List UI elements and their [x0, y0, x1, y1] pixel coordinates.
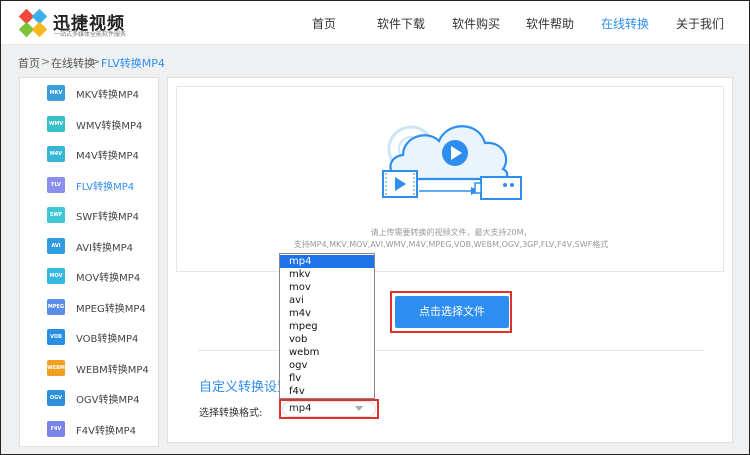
divider: [198, 350, 704, 351]
swf-file-icon: SWF: [47, 207, 65, 223]
select-file-button[interactable]: 点击选择文件: [395, 296, 509, 328]
breadcrumb-current: FLV转换MP4: [101, 57, 165, 70]
format-option-flv[interactable]: flv: [280, 372, 374, 385]
breadcrumb: 首页 > 在线转换 > FLV转换MP4: [1, 45, 749, 77]
sidebar-item-avi[interactable]: AVI AVI转换MP4: [20, 231, 158, 261]
sidebar-item-flv[interactable]: FLV FLV转换MP4: [20, 170, 158, 200]
m4v-file-icon: M4V: [47, 146, 65, 162]
nav-online-convert[interactable]: 在线转换: [601, 15, 649, 32]
chevron-down-icon: [355, 406, 363, 411]
upload-dropzone[interactable]: 请上传需要转换的视频文件，最大支持20M， 支持MP4,MKV,MOV,AVI,…: [176, 86, 724, 272]
mpeg-file-icon: MPEG: [47, 299, 65, 315]
format-label: 选择转换格式:: [199, 408, 263, 419]
upload-hint-formats: 支持MP4,MKV,MOV,AVI,WMV,M4V,MPEG,VOB,WEBM,…: [293, 240, 609, 249]
sidebar-item-webm[interactable]: WEBM WEBM转换MP4: [20, 353, 158, 383]
vob-file-icon: VOB: [47, 329, 65, 345]
breadcrumb-separator: >: [41, 55, 51, 68]
site-header: 迅捷视频 一站式多媒体全能软件服务 首页 软件下载 软件购买 软件帮助 在线转换…: [1, 1, 749, 45]
breadcrumb-online-convert[interactable]: 在线转换: [51, 55, 95, 71]
sidebar-item-m4v[interactable]: M4V M4V转换MP4: [20, 139, 158, 169]
sidebar-item-vob[interactable]: VOB VOB转换MP4: [20, 322, 158, 352]
flv-file-icon: FLV: [47, 177, 65, 193]
sidebar-item-label: MOV转换MP4: [76, 273, 141, 284]
custom-settings-title: 自定义转换设置: [199, 380, 291, 395]
logo-icon: [19, 9, 47, 37]
sidebar-item-label: M4V转换MP4: [76, 151, 139, 162]
sidebar-item-ogv[interactable]: OGV OGV转换MP4: [20, 383, 158, 413]
sidebar-item-label: VOB转换MP4: [76, 334, 139, 345]
ogv-file-icon: OGV: [47, 390, 65, 406]
logo-subtitle: 一站式多媒体全能软件服务: [54, 31, 127, 38]
format-select-value: mp4: [289, 403, 312, 414]
format-select[interactable]: mp4: [282, 401, 376, 417]
webm-file-icon: WEBM: [47, 360, 65, 376]
nav-download[interactable]: 软件下载: [377, 15, 425, 32]
breadcrumb-home[interactable]: 首页: [18, 55, 40, 71]
sidebar-item-label: WMV转换MP4: [76, 121, 143, 132]
f4v-file-icon: F4V: [47, 421, 65, 437]
format-option-m4v[interactable]: m4v: [280, 307, 374, 320]
wmv-file-icon: WMV: [47, 116, 65, 132]
format-option-mp4[interactable]: mp4: [280, 255, 374, 268]
sidebar-item-label: MKV转换MP4: [76, 90, 140, 101]
sidebar-item-label: AVI转换MP4: [76, 243, 134, 254]
sidebar-item-f4v[interactable]: F4V F4V转换MP4: [20, 414, 158, 444]
format-option-webm[interactable]: webm: [280, 346, 374, 359]
sidebar-item-swf[interactable]: SWF SWF转换MP4: [20, 200, 158, 230]
upload-hint-limit: 请上传需要转换的视频文件，最大支持20M，: [370, 228, 532, 237]
format-option-mpeg[interactable]: mpeg: [280, 320, 374, 333]
sidebar-item-label: F4V转换MP4: [76, 426, 136, 437]
sidebar-item-label: FLV转换MP4: [76, 182, 135, 193]
mkv-file-icon: MKV: [47, 85, 65, 101]
format-option-mov[interactable]: mov: [280, 281, 374, 294]
sidebar-item-label: SWF转换MP4: [76, 212, 140, 223]
sidebar-item-mpeg[interactable]: MPEG MPEG转换MP4: [20, 292, 158, 322]
format-option-vob[interactable]: vob: [280, 333, 374, 346]
format-dropdown-list: mp4 mkv mov avi m4v mpeg vob webm ogv fl…: [279, 253, 375, 399]
sidebar-item-wmv[interactable]: WMV WMV转换MP4: [20, 109, 158, 139]
sidebar-item-label: WEBM转换MP4: [76, 365, 149, 376]
sidebar-item-mov[interactable]: MOV MOV转换MP4: [20, 261, 158, 291]
sidebar: MKV MKV转换MP4 WMV WMV转换MP4 M4V M4V转换MP4 F…: [19, 77, 159, 447]
nav-purchase[interactable]: 软件购买: [452, 15, 500, 32]
nav-home[interactable]: 首页: [312, 15, 336, 32]
nav-help[interactable]: 软件帮助: [526, 15, 574, 32]
mov-file-icon: MOV: [47, 268, 65, 284]
format-option-avi[interactable]: avi: [280, 294, 374, 307]
sidebar-item-label: OGV转换MP4: [76, 395, 140, 406]
format-option-f4v[interactable]: f4v: [280, 385, 374, 398]
breadcrumb-separator: >: [91, 55, 101, 68]
sidebar-item-mkv[interactable]: MKV MKV转换MP4: [20, 78, 158, 108]
avi-file-icon: AVI: [47, 238, 65, 254]
format-option-ogv[interactable]: ogv: [280, 359, 374, 372]
sidebar-item-label: MPEG转换MP4: [76, 304, 146, 315]
format-option-mkv[interactable]: mkv: [280, 268, 374, 281]
logo[interactable]: 迅捷视频 一站式多媒体全能软件服务: [19, 7, 169, 39]
converter-panel: 请上传需要转换的视频文件，最大支持20M， 支持MP4,MKV,MOV,AVI,…: [167, 77, 733, 443]
cloud-video-upload-icon: [382, 125, 522, 200]
nav-about[interactable]: 关于我们: [676, 15, 724, 32]
